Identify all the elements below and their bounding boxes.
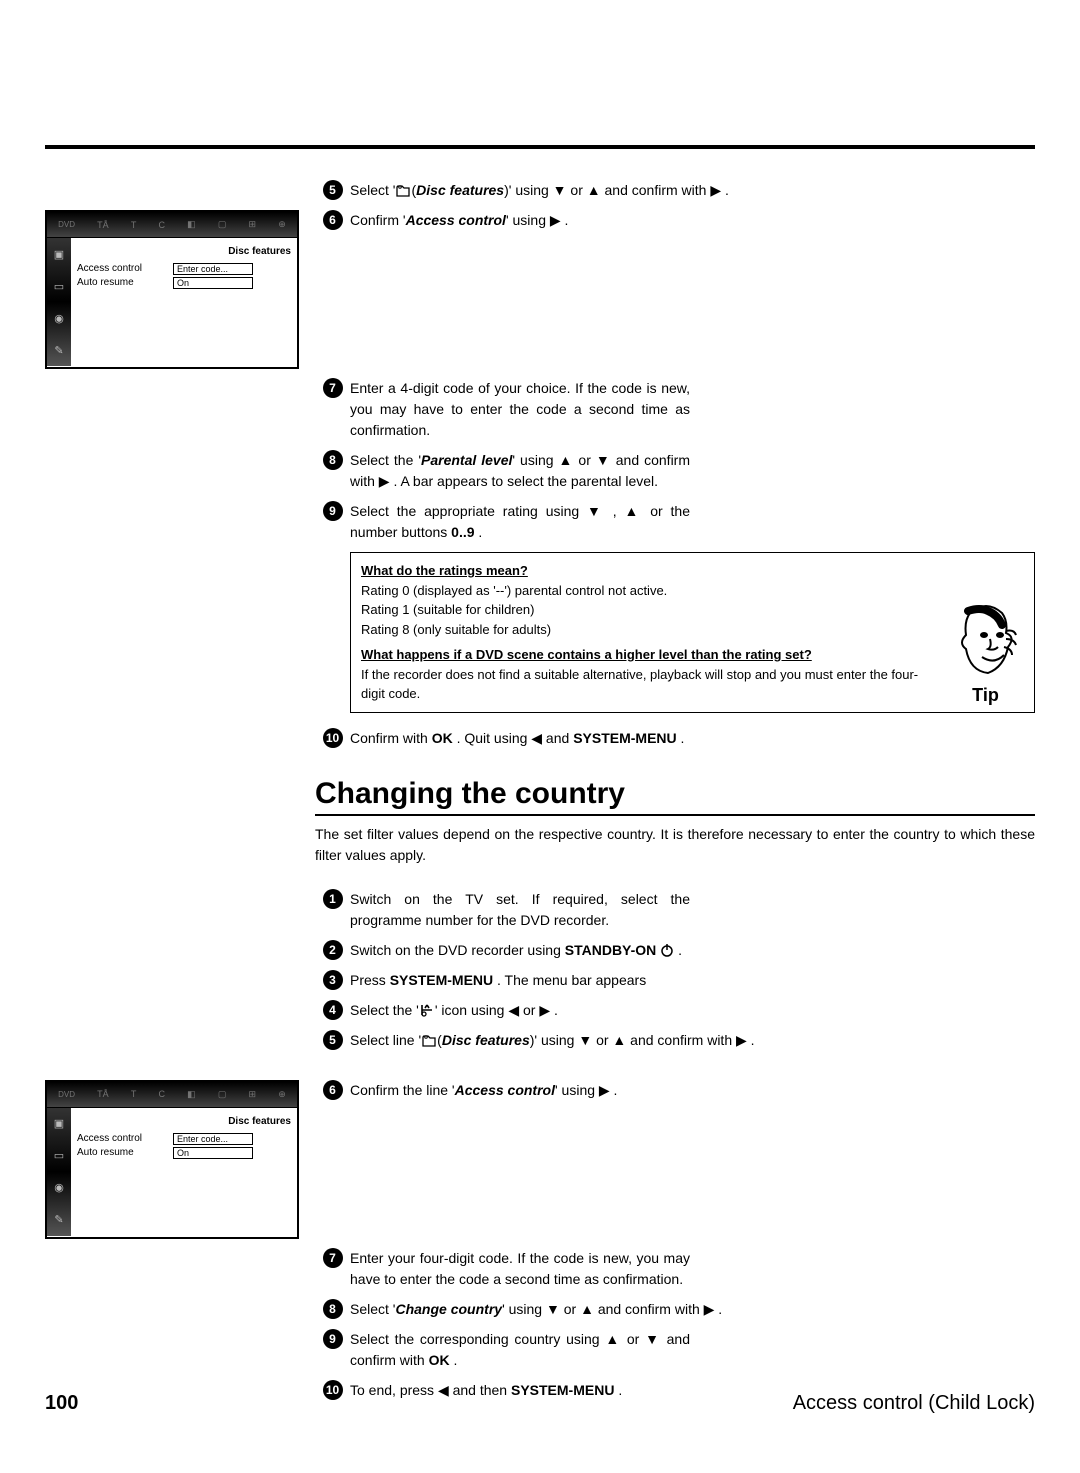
step-text: Confirm the line 'Access control' using … bbox=[350, 1080, 1035, 1101]
step-text: Select the '' icon using ◀ or ▶ . bbox=[350, 1000, 1035, 1021]
step-badge: 1 bbox=[323, 889, 343, 909]
step-badge: 9 bbox=[323, 501, 343, 521]
page-number: 100 bbox=[45, 1392, 78, 1415]
step-text: Select '(Disc features)' using ▼ or ▲ an… bbox=[350, 180, 1035, 201]
step-badge: 3 bbox=[323, 970, 343, 990]
step-text: Switch on the DVD recorder using STANDBY… bbox=[350, 940, 1035, 961]
step-badge: 8 bbox=[323, 1299, 343, 1319]
section-heading: Changing the country bbox=[315, 777, 1035, 816]
section-intro: The set filter values depend on the resp… bbox=[315, 824, 1035, 867]
footer-section: Access control (Child Lock) bbox=[793, 1392, 1035, 1415]
tip-box: What do the ratings mean? Rating 0 (disp… bbox=[350, 552, 1035, 713]
step-badge: 7 bbox=[323, 1248, 343, 1268]
step-badge: 6 bbox=[323, 1080, 343, 1100]
step-text: Enter a 4-digit code of your choice. If … bbox=[350, 378, 690, 441]
osd-graphic: DVD TÅTC◧▢⊞⊕ ▣ ▭ ◉ ✎ Disc features Acces… bbox=[45, 1080, 299, 1239]
step-text: Select the 'Parental level' using ▲ or ▼… bbox=[350, 450, 690, 492]
step-text: Select the corresponding country using ▲… bbox=[350, 1329, 690, 1371]
step-text: Confirm 'Access control' using ▶ . bbox=[350, 210, 1035, 231]
step-text: Switch on the TV set. If required, selec… bbox=[350, 889, 690, 931]
face-icon bbox=[950, 603, 1022, 683]
step-badge: 8 bbox=[323, 450, 343, 470]
step-badge: 4 bbox=[323, 1000, 343, 1020]
step-text: Press SYSTEM-MENU . The menu bar appears bbox=[350, 970, 1035, 991]
step-text: Select line '(Disc features)' using ▼ or… bbox=[350, 1030, 1035, 1051]
step-badge: 2 bbox=[323, 940, 343, 960]
step-badge: 5 bbox=[323, 1030, 343, 1050]
step-badge: 7 bbox=[323, 378, 343, 398]
step-text: Select the appropriate rating using ▼ , … bbox=[350, 501, 690, 543]
step-badge: 6 bbox=[323, 210, 343, 230]
step-badge: 5 bbox=[323, 180, 343, 200]
osd-graphic: DVD TÅTC◧▢⊞⊕ ▣ ▭ ◉ ✎ Disc features Acces… bbox=[45, 210, 299, 369]
step-badge: 9 bbox=[323, 1329, 343, 1349]
footer: 100 Access control (Child Lock) bbox=[45, 1392, 1035, 1415]
top-rule bbox=[45, 145, 1035, 149]
step-text: Select 'Change country' using ▼ or ▲ and… bbox=[350, 1299, 1035, 1320]
step-badge: 10 bbox=[323, 728, 343, 748]
step-text: Enter your four-digit code. If the code … bbox=[350, 1248, 690, 1290]
step-text: Confirm with OK . Quit using ◀ and SYSTE… bbox=[350, 728, 1035, 749]
